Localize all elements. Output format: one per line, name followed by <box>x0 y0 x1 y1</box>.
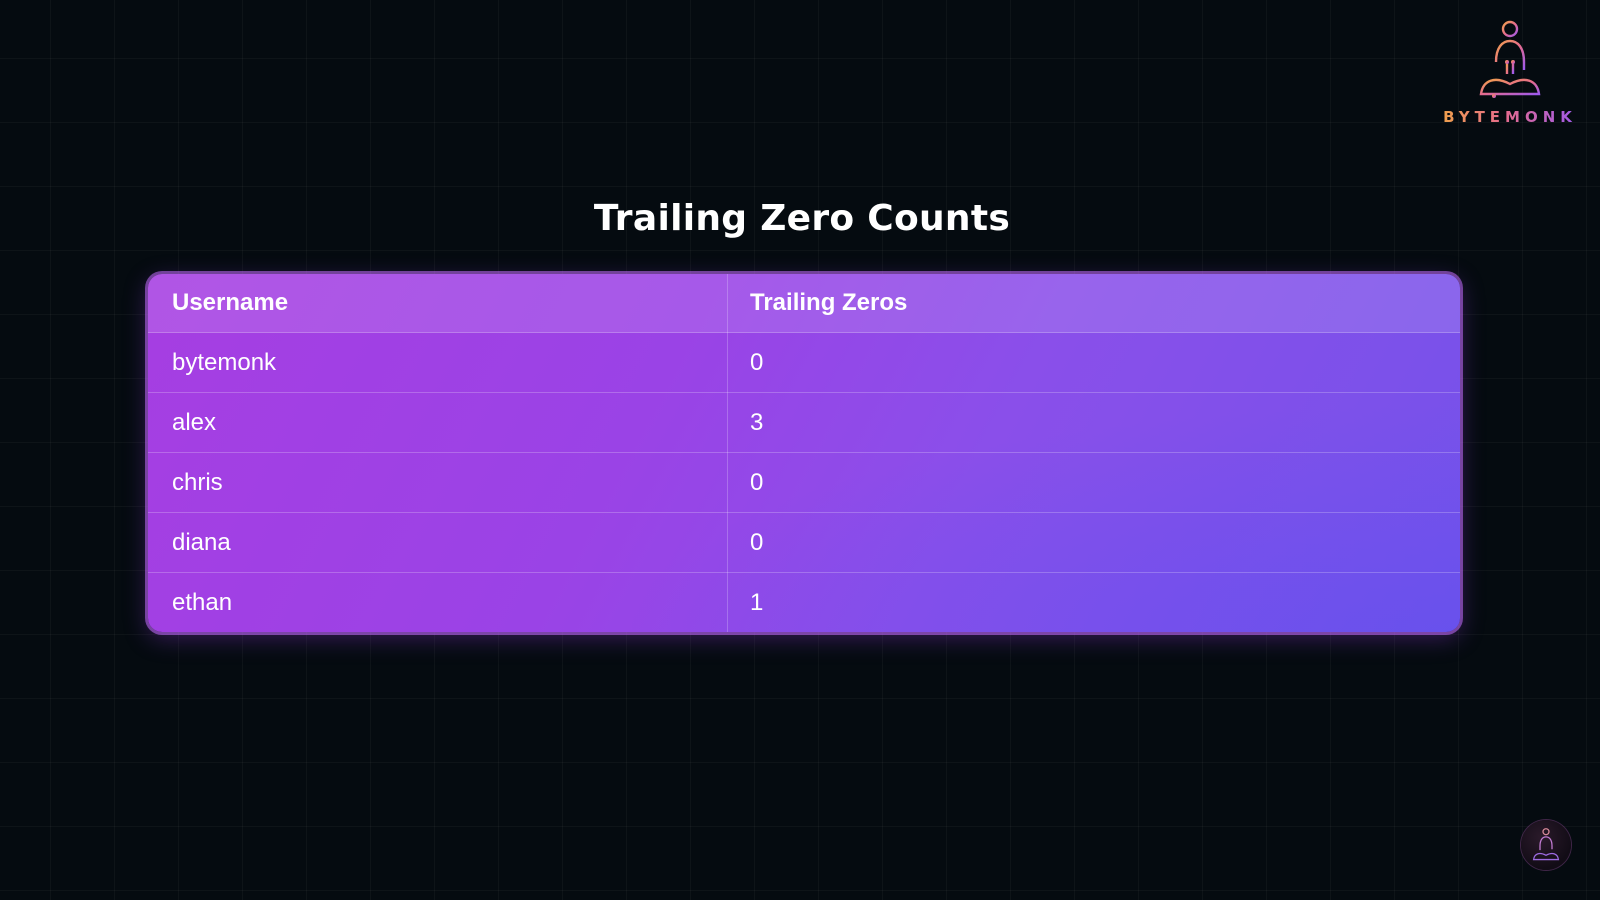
cell-trailing-zeros: 1 <box>750 588 764 616</box>
slide: BYTEMONK Trailing Zero Counts Username T… <box>0 0 1600 900</box>
table-row: chris 0 <box>148 452 1460 513</box>
table-row: alex 3 <box>148 392 1460 453</box>
cell-trailing-zeros: 0 <box>727 512 1460 573</box>
table-header-row: Username Trailing Zeros <box>148 274 1460 333</box>
cell-username: diana <box>148 512 728 573</box>
table-row: ethan 1 <box>148 572 1460 632</box>
page-title: Trailing Zero Counts <box>593 198 1011 239</box>
cell-trailing-zeros: 0 <box>727 332 1460 393</box>
cell-trailing-zeros: 3 <box>727 392 1460 453</box>
column-header-username: Username <box>148 274 728 333</box>
table-row: bytemonk 0 <box>148 332 1460 393</box>
column-header-trailing-zeros: Trailing Zeros <box>727 274 1460 333</box>
brand-wordmark: BYTEMONK <box>1440 108 1580 126</box>
cell-username: ethan <box>148 572 728 632</box>
cell-trailing-zeros: 0 <box>727 452 1460 513</box>
data-table: Username Trailing Zeros bytemonk 0 alex … <box>148 274 1460 632</box>
cell-username: alex <box>148 392 728 453</box>
trailing-zero-table: Username Trailing Zeros bytemonk 0 alex … <box>148 274 1460 632</box>
cell-username: chris <box>148 452 728 513</box>
table-row: diana 0 <box>148 512 1460 573</box>
monk-avatar-badge <box>1521 820 1571 870</box>
brand-logo: BYTEMONK <box>1440 18 1580 130</box>
monk-avatar-icon <box>1532 828 1560 861</box>
cell-username: bytemonk <box>148 332 728 393</box>
meditating-monk-icon <box>1479 20 1541 98</box>
